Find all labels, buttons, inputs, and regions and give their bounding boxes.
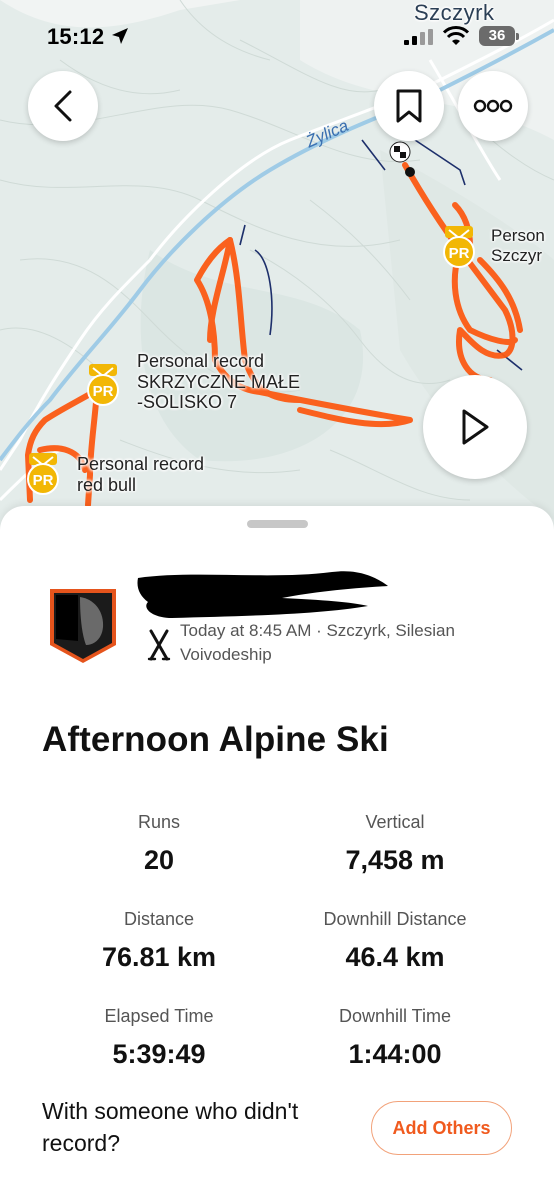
pr-medal-icon[interactable]: PR [439,224,479,270]
svg-text:PR: PR [449,245,470,262]
activity-meta: Today at 8:45 AM · Szczyrk, Silesian Voi… [180,621,455,664]
more-dots-icon [473,99,513,113]
location-arrow-icon [112,28,128,44]
add-others-prompt: With someone who didn't record? [42,1098,299,1156]
athlete-avatar[interactable] [48,587,118,665]
alpine-ski-icon [147,629,171,661]
pr-medal-icon[interactable]: PR [23,451,63,497]
redacted-athlete-name [137,571,388,618]
battery-icon: 36 [479,26,519,46]
wifi-icon [443,26,469,45]
stat-vertical: Vertical 7,458 m [345,812,445,875]
status-time: 15:12 [47,24,105,49]
stat-runs: Runs 20 [137,812,181,875]
sheet-grabber[interactable] [247,520,308,528]
activity-map[interactable]: 15:12 36 Szczyrk Żylica PR Personal reco… [0,0,554,560]
stat-downhill-time: Downhill Time 1:44:00 [338,1006,452,1069]
more-options-button[interactable] [458,71,528,141]
play-icon [462,409,489,445]
stat-distance: Distance 76.81 km [101,909,217,972]
pr-label-3: Person Szczyr [491,226,545,265]
activity-title: Afternoon Alpine Ski [42,720,389,759]
svg-text:PR: PR [93,383,114,400]
town-label: Szczyrk [414,0,495,25]
pr-medal-icon[interactable]: PR [83,362,123,408]
add-others-button[interactable]: Add Others [371,1101,512,1155]
stat-elapsed-time: Elapsed Time 5:39:49 [104,1006,214,1069]
cellular-signal-icon [404,29,433,45]
pr-label-2: Personal record red bull [77,454,205,495]
svg-text:PR: PR [33,472,54,489]
back-button[interactable] [28,71,98,141]
pr-label-1: Personal record SKRZYCZNE MAŁE -SOLISKO … [137,351,301,413]
play-flyover-button[interactable] [423,375,527,479]
activity-details-sheet: Today at 8:45 AM · Szczyrk, Silesian Voi… [0,506,554,1200]
chevron-left-icon [54,90,72,122]
bookmark-icon [396,89,422,123]
stat-downhill-distance: Downhill Distance 46.4 km [323,909,467,972]
save-route-button[interactable] [374,71,444,141]
